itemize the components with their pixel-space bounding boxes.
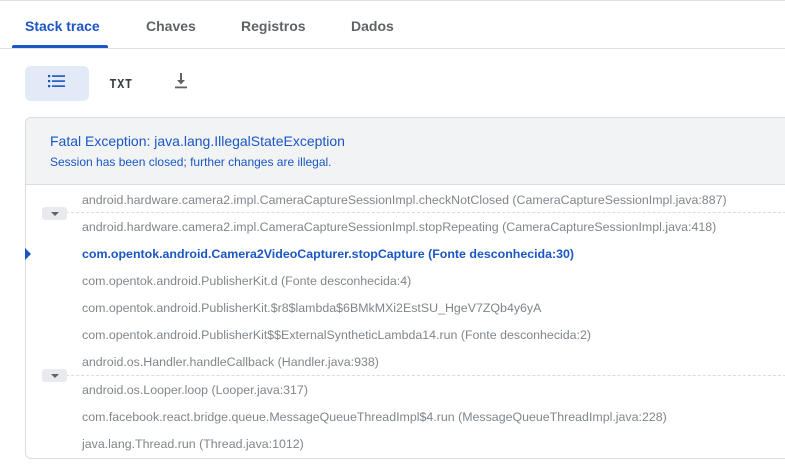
stack-frame[interactable]: com.opentok.android.PublisherKit.$r8$lam… [82,301,541,315]
stack-frame[interactable]: com.opentok.android.PublisherKit.d (Font… [82,274,411,288]
stack-frame[interactable]: android.os.Looper.loop (Looper.java:317) [82,383,308,397]
current-frame-marker-icon [25,248,31,260]
download-button[interactable] [161,66,201,101]
txt-label: TXT [109,76,133,91]
chevron-down-icon [50,373,59,378]
stack-frame[interactable]: android.os.Handler.handleCallback (Handl… [82,355,379,369]
collapse-frames-button[interactable] [42,369,67,382]
exception-message: Session has been closed; further changes… [50,155,332,169]
chevron-down-icon [50,211,59,216]
exception-title[interactable]: Fatal Exception: java.lang.IllegalStateE… [50,133,345,149]
txt-view-button[interactable]: TXT [97,66,145,101]
frame-group-divider [46,212,785,213]
stack-trace-panel: Fatal Exception: java.lang.IllegalStateE… [25,117,785,459]
list-view-button[interactable] [25,66,89,101]
frame-group-divider [46,375,785,376]
tab-bar: Stack trace Chaves Registros Dados [0,0,785,49]
tab-stack-trace[interactable]: Stack trace [25,0,100,48]
download-icon [173,72,189,95]
tab-chaves[interactable]: Chaves [146,0,196,48]
tab-registros[interactable]: Registros [241,0,306,48]
stack-frame[interactable]: com.facebook.react.bridge.queue.MessageQ… [82,410,667,424]
stack-frame-highlighted[interactable]: com.opentok.android.Camera2VideoCapturer… [82,247,574,261]
exception-header: Fatal Exception: java.lang.IllegalStateE… [26,118,785,185]
stack-frame[interactable]: java.lang.Thread.run (Thread.java:1012) [82,437,304,451]
collapse-frames-button[interactable] [42,207,67,220]
list-icon [47,73,67,94]
tab-dados[interactable]: Dados [351,0,394,48]
stack-frame[interactable]: com.opentok.android.PublisherKit$$Extern… [82,328,591,342]
active-tab-indicator [12,45,108,48]
stack-frame[interactable]: android.hardware.camera2.impl.CameraCapt… [82,220,716,234]
stack-frame[interactable]: android.hardware.camera2.impl.CameraCapt… [82,193,727,207]
